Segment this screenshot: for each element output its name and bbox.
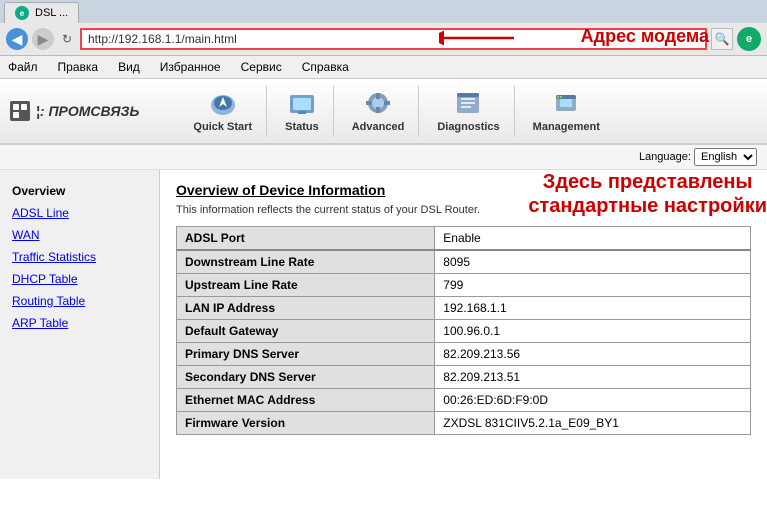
table-row: Ethernet MAC Address00:26:ED:6D:F9:0D xyxy=(177,389,751,412)
router-logo: ¦: ПРОМСВЯЗЬ xyxy=(10,101,139,121)
table-cell-value: 8095 xyxy=(435,250,751,274)
address-bar[interactable]: http://192.168.1.1/main.html xyxy=(80,28,707,50)
browser-tab[interactable]: e DSL ... xyxy=(4,2,79,23)
search-button[interactable]: 🔍 xyxy=(711,28,733,50)
table-row: Upstream Line Rate799 xyxy=(177,274,751,297)
browser-toolbar: ◀ ▶ ↻ http://192.168.1.1/main.html 🔍 e xyxy=(0,23,767,56)
menu-favorites[interactable]: Избранное xyxy=(156,58,225,76)
nav-diagnostics-label: Diagnostics xyxy=(437,121,499,133)
menu-service[interactable]: Сервис xyxy=(237,58,286,76)
sidebar-item-arp-table[interactable]: ARP Table xyxy=(0,312,159,334)
table-cell-value: 82.209.213.51 xyxy=(435,366,751,389)
sidebar-item-traffic-statistics[interactable]: Traffic Statistics xyxy=(0,246,159,268)
menu-view[interactable]: Вид xyxy=(114,58,144,76)
sidebar-item-overview[interactable]: Overview xyxy=(0,180,159,202)
table-cell-label: Upstream Line Rate xyxy=(177,274,435,297)
forward-button[interactable]: ▶ xyxy=(32,28,54,50)
nav-diagnostics[interactable]: Diagnostics xyxy=(423,85,514,137)
info-table: ADSL PortEnableDownstream Line Rate8095U… xyxy=(176,226,751,435)
nav-status[interactable]: Status xyxy=(271,85,334,137)
table-row: ADSL PortEnable xyxy=(177,227,751,251)
quickstart-icon xyxy=(207,89,239,117)
status-icon xyxy=(286,89,318,117)
language-label: Language: xyxy=(639,151,691,163)
table-cell-value: 82.209.213.56 xyxy=(435,343,751,366)
nav-quickstart[interactable]: Quick Start xyxy=(179,85,267,137)
table-cell-value: 799 xyxy=(435,274,751,297)
nav-management-label: Management xyxy=(533,121,600,133)
menu-help[interactable]: Справка xyxy=(298,58,353,76)
ie-logo: e xyxy=(737,27,761,51)
table-cell-label: Secondary DNS Server xyxy=(177,366,435,389)
table-row: Default Gateway100.96.0.1 xyxy=(177,320,751,343)
section-title: Overview of Device Information xyxy=(176,182,385,198)
menu-edit[interactable]: Правка xyxy=(54,58,103,76)
tab-label: DSL ... xyxy=(35,7,68,19)
menu-file[interactable]: Файл xyxy=(4,58,42,76)
sidebar-item-adsl-line[interactable]: ADSL Line xyxy=(0,202,159,224)
sidebar-item-routing-table[interactable]: Routing Table xyxy=(0,290,159,312)
table-cell-label: ADSL Port xyxy=(177,227,435,251)
table-row: LAN IP Address192.168.1.1 xyxy=(177,297,751,320)
diagnostics-icon xyxy=(452,89,484,117)
tab-bar: e DSL ... xyxy=(0,0,767,23)
sidebar: Overview ADSL Line WAN Traffic Statistic… xyxy=(0,170,160,479)
table-cell-value: 192.168.1.1 xyxy=(435,297,751,320)
router-header: ¦: ПРОМСВЯЗЬ Quick Start xyxy=(0,79,767,145)
table-row: Firmware VersionZXDSL 831CIIV5.2.1a_E09_… xyxy=(177,412,751,435)
nav-items: Quick Start Status xyxy=(179,85,757,137)
refresh-button[interactable]: ↻ xyxy=(58,30,76,48)
table-cell-label: LAN IP Address xyxy=(177,297,435,320)
tab-favicon: e xyxy=(15,6,29,20)
main-content: Overview of Device Information This info… xyxy=(160,170,767,479)
back-button[interactable]: ◀ xyxy=(6,28,28,50)
logo-icon xyxy=(10,101,30,121)
table-cell-value: Enable xyxy=(435,227,751,251)
language-select[interactable]: English xyxy=(694,148,757,166)
table-cell-label: Downstream Line Rate xyxy=(177,250,435,274)
section-header: Overview of Device Information xyxy=(176,182,751,198)
sidebar-item-dhcp-table[interactable]: DHCP Table xyxy=(0,268,159,290)
language-bar: Language: English xyxy=(0,145,767,170)
nav-quickstart-label: Quick Start xyxy=(193,121,252,133)
table-cell-label: Firmware Version xyxy=(177,412,435,435)
nav-management[interactable]: Management xyxy=(519,85,614,137)
content-area: Overview ADSL Line WAN Traffic Statistic… xyxy=(0,170,767,479)
table-cell-label: Ethernet MAC Address xyxy=(177,389,435,412)
table-cell-label: Default Gateway xyxy=(177,320,435,343)
table-row: Primary DNS Server82.209.213.56 xyxy=(177,343,751,366)
table-cell-value: 00:26:ED:6D:F9:0D xyxy=(435,389,751,412)
address-text: http://192.168.1.1/main.html xyxy=(88,32,237,46)
advanced-icon xyxy=(362,89,394,117)
logo-text: ¦: ПРОМСВЯЗЬ xyxy=(36,103,139,119)
table-cell-label: Primary DNS Server xyxy=(177,343,435,366)
section-subtitle: This information reflects the current st… xyxy=(176,204,751,216)
table-row: Secondary DNS Server82.209.213.51 xyxy=(177,366,751,389)
router-ui: ¦: ПРОМСВЯЗЬ Quick Start xyxy=(0,79,767,479)
sidebar-item-wan[interactable]: WAN xyxy=(0,224,159,246)
table-cell-value: ZXDSL 831CIIV5.2.1a_E09_BY1 xyxy=(435,412,751,435)
management-icon xyxy=(550,89,582,117)
nav-status-label: Status xyxy=(285,121,319,133)
nav-advanced-label: Advanced xyxy=(352,121,405,133)
ie-logo-letter: e xyxy=(746,33,752,45)
table-row: Downstream Line Rate8095 xyxy=(177,250,751,274)
table-cell-value: 100.96.0.1 xyxy=(435,320,751,343)
menu-bar: Файл Правка Вид Избранное Сервис Справка xyxy=(0,56,767,79)
nav-advanced[interactable]: Advanced xyxy=(338,85,420,137)
